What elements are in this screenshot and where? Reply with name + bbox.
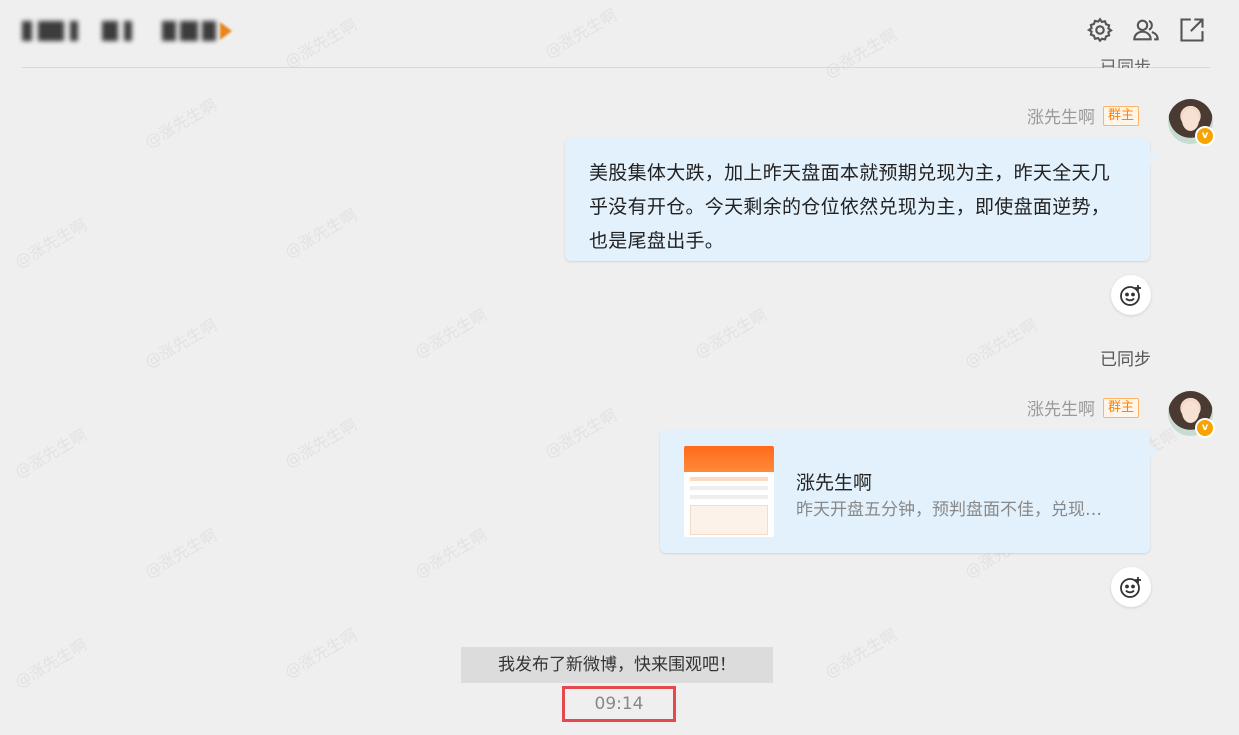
watermark: @涨先生啊 — [961, 315, 1041, 372]
message-timestamp: 09:14 — [562, 686, 676, 722]
group-members-icon[interactable] — [1132, 16, 1160, 44]
watermark: @涨先生啊 — [141, 525, 221, 582]
card-description: 昨天开盘五分钟，预判盘面不佳，兑现… — [796, 500, 1102, 520]
chat-header — [22, 0, 1210, 68]
avatar[interactable]: v — [1168, 99, 1215, 146]
chat-title-redacted — [22, 20, 237, 42]
group-owner-badge: 群主 — [1102, 397, 1139, 418]
message-bubble[interactable]: 美股集体大跌，加上昨天盘面本就预期兑现为主，昨天全天几乎没有开仓。今天剩余的仓位… — [565, 138, 1158, 261]
watermark: @涨先生啊 — [11, 635, 91, 692]
watermark: @涨先生啊 — [411, 305, 491, 362]
gear-icon[interactable] — [1086, 16, 1114, 44]
message-sender-row: 涨先生啊 群主 — [1027, 395, 1139, 420]
sync-status-label: 已同步 — [1100, 58, 1151, 68]
group-owner-badge: 群主 — [1102, 105, 1139, 126]
add-reaction-button[interactable] — [1111, 275, 1151, 315]
shared-post-card[interactable]: 涨先生啊 昨天开盘五分钟，预判盘面不佳，兑现… — [660, 430, 1158, 553]
watermark: @涨先生啊 — [541, 405, 621, 462]
watermark: @涨先生啊 — [141, 315, 221, 372]
watermark: @涨先生啊 — [821, 625, 901, 682]
watermark: @涨先生啊 — [141, 95, 221, 152]
emoji-icon — [1120, 577, 1141, 598]
avatar[interactable]: v — [1168, 391, 1215, 438]
system-notice: 我发布了新微博，快来围观吧！ — [461, 647, 773, 683]
sync-status-label: 已同步 — [1100, 350, 1151, 370]
watermark: @涨先生啊 — [11, 425, 91, 482]
title-badge-icon — [220, 22, 232, 40]
message-text: 美股集体大跌，加上昨天盘面本就预期兑现为主，昨天全天几乎没有开仓。今天剩余的仓位… — [589, 162, 1111, 252]
sender-name[interactable]: 涨先生啊 — [1027, 103, 1095, 128]
sender-name[interactable]: 涨先生啊 — [1027, 395, 1095, 420]
add-reaction-button[interactable] — [1111, 567, 1151, 607]
watermark: @涨先生啊 — [11, 215, 91, 272]
watermark: @涨先生啊 — [281, 415, 361, 472]
card-title: 涨先生啊 — [796, 472, 873, 494]
message-sender-row: 涨先生啊 群主 — [1027, 103, 1139, 128]
verified-icon: v — [1195, 418, 1215, 438]
post-thumbnail — [684, 446, 774, 537]
chat-window: @涨先生啊 @涨先生啊 @涨先生啊 @涨先生啊 @涨先生啊 @涨先生啊 @涨先生… — [0, 0, 1239, 735]
header-actions — [1086, 16, 1206, 44]
popout-icon[interactable] — [1178, 16, 1206, 44]
watermark: @涨先生啊 — [281, 625, 361, 682]
watermark: @涨先生啊 — [691, 305, 771, 362]
verified-icon: v — [1195, 126, 1215, 146]
watermark: @涨先生啊 — [281, 205, 361, 262]
watermark: @涨先生啊 — [411, 525, 491, 582]
emoji-icon — [1120, 285, 1141, 306]
